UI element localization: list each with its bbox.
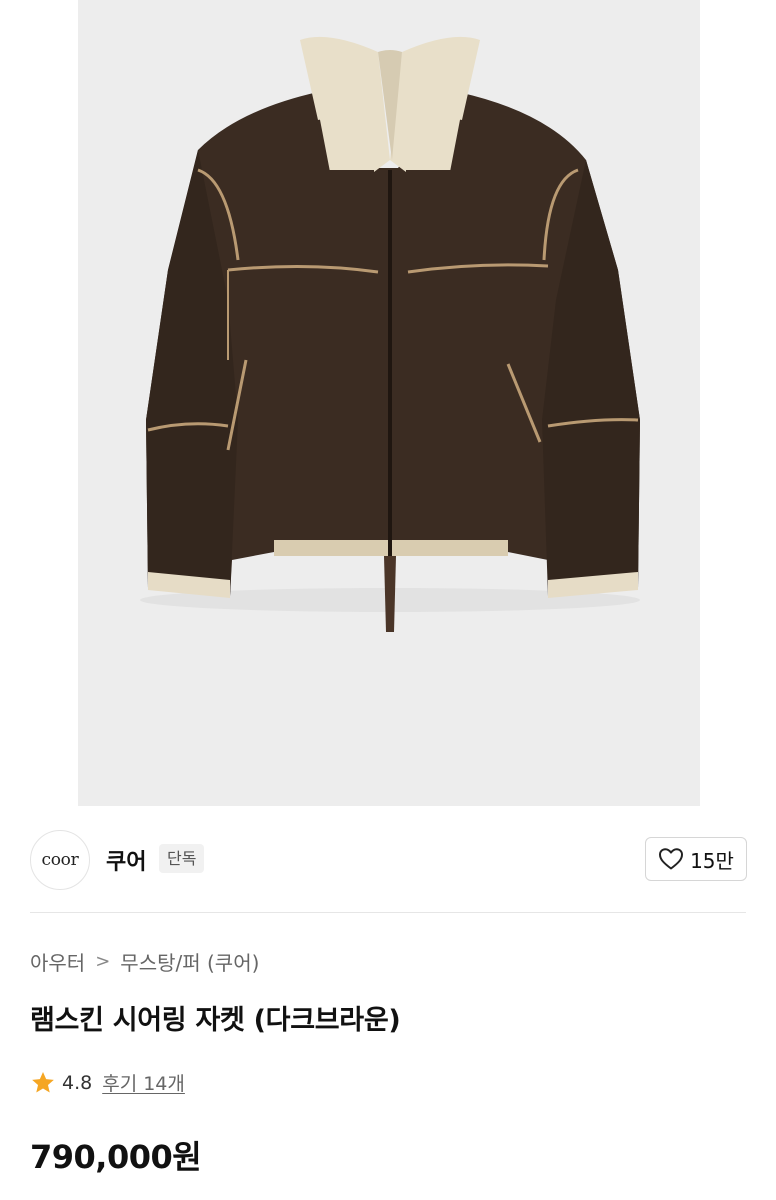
like-count: 15만 <box>690 848 734 873</box>
brand-name[interactable]: 쿠어 <box>106 844 146 876</box>
heart-outline-icon <box>658 847 684 871</box>
breadcrumb-item-outer[interactable]: 아우터 <box>30 947 85 976</box>
product-price: 790,000원 <box>30 1138 202 1176</box>
product-title: 램스킨 시어링 자켓 (다크브라운) <box>30 1005 401 1036</box>
breadcrumb: 아우터 > 무스탕/퍼 (쿠어) <box>30 947 259 976</box>
brand-logo[interactable]: coor <box>30 830 90 890</box>
jacket-illustration <box>78 0 700 806</box>
divider <box>30 912 746 913</box>
breadcrumb-item-mustang-fur[interactable]: 무스탕/퍼 (쿠어) <box>120 947 259 976</box>
chevron-right-icon: > <box>95 951 111 972</box>
like-button[interactable]: 15만 <box>645 837 747 881</box>
product-image-area <box>0 0 776 806</box>
rating-value: 4.8 <box>62 1071 93 1094</box>
star-icon <box>30 1070 56 1096</box>
product-image[interactable] <box>78 0 700 806</box>
brand-row: coor 쿠어 단독 15만 <box>0 806 776 912</box>
rating-row: 4.8 후기 14개 <box>30 1069 185 1096</box>
review-count-link[interactable]: 후기 14개 <box>102 1069 185 1096</box>
exclusive-badge: 단독 <box>159 844 205 873</box>
